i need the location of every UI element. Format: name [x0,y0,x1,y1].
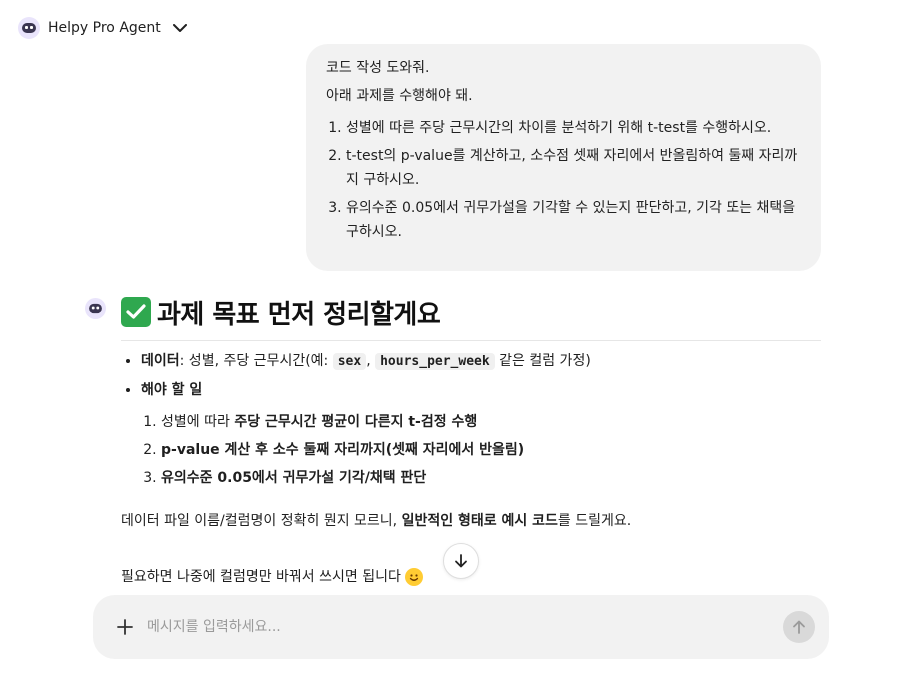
summary-list: 데이터: 성별, 주당 근무시간(예: sex, hours_per_week … [121,347,821,404]
list-item: 해야 할 일 [141,376,821,404]
user-message-line: 코드 작성 도와줘. [326,60,430,76]
list-item: 데이터: 성별, 주당 근무시간(예: sex, hours_per_week … [141,347,821,376]
paragraph-text: 필요하면 나중에 컬럼명만 바꿔서 쓰시면 됩니다 [121,569,401,585]
step-item: 유의수준 0.05에서 귀무가설 기각/채택 판단 [161,464,821,492]
agent-selector[interactable]: Helpy Pro Agent [18,14,187,42]
step-item: p-value 계산 후 소수 둘째 자리까지(셋째 자리에서 반올림) [161,436,821,464]
robot-avatar-icon [18,17,40,39]
divider [121,340,821,341]
step-bold: p-value 계산 후 소수 둘째 자리까지(셋째 자리에서 반올림) [161,442,525,458]
user-message-bubble: 코드 작성 도와줘. 아래 과제를 수행해야 돼. 성별에 따른 주당 근무시간… [306,44,821,271]
chevron-down-icon[interactable] [172,23,187,33]
check-mark-icon [121,297,151,327]
data-text: : 성별, 주당 근무시간(예: [179,353,333,369]
arrow-up-icon [793,620,805,634]
code-hours-per-week: hours_per_week [375,353,495,370]
task-item: 유의수준 0.05에서 귀무가설을 기각할 수 있는지 판단하고, 기각 또는 … [346,196,801,244]
step-bold: 주당 근무시간 평균이 다른지 t-검정 수행 [234,414,478,430]
task-item: 성별에 따른 주당 근무시간의 차이를 분석하기 위해 t-test를 수행하시… [346,116,801,140]
assistant-message: 과제 목표 먼저 정리할게요 데이터: 성별, 주당 근무시간(예: sex, … [121,292,821,588]
step-bold: 유의수준 0.05에서 귀무가설 기각/채택 판단 [161,470,427,486]
task-item: t-test의 p-value를 계산하고, 소수점 셋째 자리에서 반올림하여… [346,144,801,192]
scroll-to-bottom-button[interactable] [443,543,479,579]
steps-list: 성별에 따라 주당 근무시간 평균이 다른지 t-검정 수행 p-value 계… [121,408,821,492]
comma: , [366,353,371,369]
message-input[interactable] [145,618,783,636]
arrow-down-icon [455,554,467,568]
plus-icon[interactable] [113,615,137,639]
user-message-line: 아래 과제를 수행해야 돼. [326,88,473,104]
code-sex: sex [332,353,367,370]
task-list: 성별에 따른 주당 근무시간의 차이를 분석하기 위해 t-test를 수행하시… [326,116,801,244]
paragraph-text: 를 드릴게요. [557,513,632,529]
answer-heading-text: 과제 목표 먼저 정리할게요 [157,299,441,330]
message-composer [93,595,829,659]
answer-heading: 과제 목표 먼저 정리할게요 [121,292,821,332]
assistant-avatar-icon [85,298,106,319]
paragraph-bold: 일반적인 형태로 예시 코드 [401,513,558,529]
paragraph-text: 데이터 파일 이름/컬럼명이 정확히 뭔지 모르니, [121,513,402,529]
paragraph: 데이터 파일 이름/컬럼명이 정확히 뭔지 모르니, 일반적인 형태로 예시 코… [121,510,821,532]
send-button[interactable] [783,611,815,643]
step-prefix: 성별에 따라 [161,414,235,430]
todo-label: 해야 할 일 [141,382,203,398]
step-item: 성별에 따라 주당 근무시간 평균이 다른지 t-검정 수행 [161,408,821,436]
data-tail: 같은 컬럼 가정) [494,353,591,369]
smile-emoji-icon [404,568,423,586]
agent-name: Helpy Pro Agent [48,20,161,36]
data-label: 데이터 [141,353,180,369]
